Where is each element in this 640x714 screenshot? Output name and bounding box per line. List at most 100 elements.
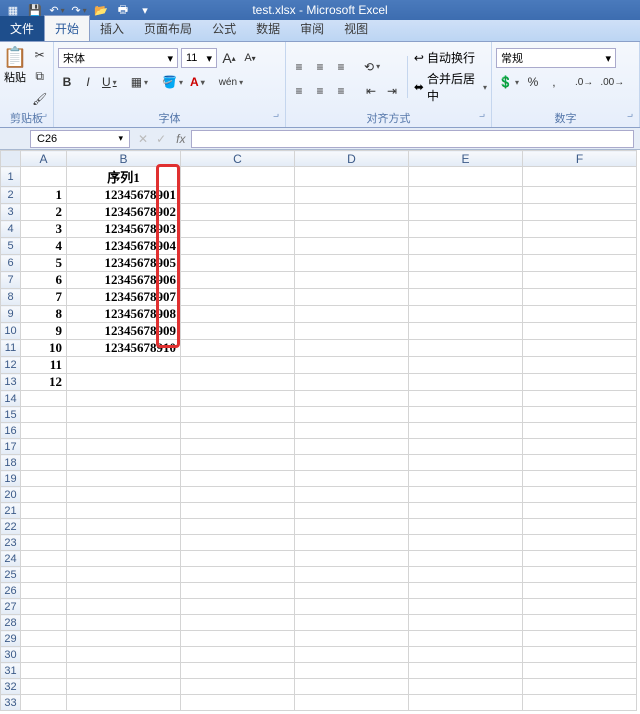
cell-A8[interactable]: 7	[21, 289, 67, 306]
cell-F13[interactable]	[523, 374, 637, 391]
cell-D14[interactable]	[295, 391, 409, 407]
tab-data[interactable]: 数据	[246, 16, 290, 41]
cell-F24[interactable]	[523, 551, 637, 567]
cell-E20[interactable]	[409, 487, 523, 503]
row-header-17[interactable]: 17	[1, 439, 21, 455]
comma-format-icon[interactable]: ,	[545, 72, 563, 92]
cell-F14[interactable]	[523, 391, 637, 407]
row-header-26[interactable]: 26	[1, 583, 21, 599]
cell-C18[interactable]	[181, 455, 295, 471]
cell-F1[interactable]	[523, 167, 637, 187]
cell-B27[interactable]	[67, 599, 181, 615]
cell-C25[interactable]	[181, 567, 295, 583]
cell-D1[interactable]	[295, 167, 409, 187]
cell-A17[interactable]	[21, 439, 67, 455]
cell-D5[interactable]	[295, 238, 409, 255]
cell-F10[interactable]	[523, 323, 637, 340]
row-header-11[interactable]: 11	[1, 340, 21, 357]
cell-C7[interactable]	[181, 272, 295, 289]
cell-A7[interactable]: 6	[21, 272, 67, 289]
borders-button[interactable]: ▦	[129, 72, 150, 92]
cell-B17[interactable]	[67, 439, 181, 455]
number-format-select[interactable]: 常规▾	[496, 48, 616, 68]
row-header-2[interactable]: 2	[1, 187, 21, 204]
worksheet[interactable]: ABCDEF1序列1211234567890132123456789024312…	[0, 150, 640, 711]
cell-E22[interactable]	[409, 519, 523, 535]
cell-C31[interactable]	[181, 663, 295, 679]
cell-C32[interactable]	[181, 679, 295, 695]
cell-F9[interactable]	[523, 306, 637, 323]
font-size-select[interactable]: 11▾	[181, 48, 217, 68]
cell-C12[interactable]	[181, 357, 295, 374]
row-header-30[interactable]: 30	[1, 647, 21, 663]
cell-B5[interactable]: 12345678904	[67, 238, 181, 255]
cell-A6[interactable]: 5	[21, 255, 67, 272]
cell-C26[interactable]	[181, 583, 295, 599]
cell-E26[interactable]	[409, 583, 523, 599]
tab-view[interactable]: 视图	[334, 16, 378, 41]
row-header-6[interactable]: 6	[1, 255, 21, 272]
cell-F3[interactable]	[523, 204, 637, 221]
tab-insert[interactable]: 插入	[90, 16, 134, 41]
cell-E28[interactable]	[409, 615, 523, 631]
cell-D8[interactable]	[295, 289, 409, 306]
cell-A18[interactable]	[21, 455, 67, 471]
cell-A11[interactable]: 10	[21, 340, 67, 357]
file-tab[interactable]: 文件	[0, 16, 44, 41]
col-header-D[interactable]: D	[295, 151, 409, 167]
cell-B12[interactable]	[67, 357, 181, 374]
col-header-A[interactable]: A	[21, 151, 67, 167]
align-left-icon[interactable]: ≡	[290, 81, 308, 101]
cell-D20[interactable]	[295, 487, 409, 503]
cell-E33[interactable]	[409, 695, 523, 711]
cell-D10[interactable]	[295, 323, 409, 340]
cell-D16[interactable]	[295, 423, 409, 439]
row-header-16[interactable]: 16	[1, 423, 21, 439]
row-header-23[interactable]: 23	[1, 535, 21, 551]
row-header-18[interactable]: 18	[1, 455, 21, 471]
font-color-button[interactable]: A	[188, 72, 207, 92]
cell-C24[interactable]	[181, 551, 295, 567]
cell-A23[interactable]	[21, 535, 67, 551]
cell-A2[interactable]: 1	[21, 187, 67, 204]
cell-F19[interactable]	[523, 471, 637, 487]
row-header-29[interactable]: 29	[1, 631, 21, 647]
cell-E5[interactable]	[409, 238, 523, 255]
cell-C15[interactable]	[181, 407, 295, 423]
cell-F4[interactable]	[523, 221, 637, 238]
row-header-27[interactable]: 27	[1, 599, 21, 615]
formula-bar[interactable]	[191, 130, 634, 148]
cell-C4[interactable]	[181, 221, 295, 238]
align-center-icon[interactable]: ≡	[311, 81, 329, 101]
row-header-24[interactable]: 24	[1, 551, 21, 567]
align-middle-icon[interactable]: ≡	[311, 57, 329, 77]
cell-F18[interactable]	[523, 455, 637, 471]
cell-C20[interactable]	[181, 487, 295, 503]
cell-A19[interactable]	[21, 471, 67, 487]
cell-E11[interactable]	[409, 340, 523, 357]
cell-B25[interactable]	[67, 567, 181, 583]
paste-button[interactable]: 📋 粘贴	[4, 47, 26, 107]
cell-E24[interactable]	[409, 551, 523, 567]
accounting-format-icon[interactable]: 💲	[496, 72, 521, 92]
cell-A15[interactable]	[21, 407, 67, 423]
cell-B18[interactable]	[67, 455, 181, 471]
cell-E13[interactable]	[409, 374, 523, 391]
cell-D33[interactable]	[295, 695, 409, 711]
cell-B3[interactable]: 12345678902	[67, 204, 181, 221]
cell-C27[interactable]	[181, 599, 295, 615]
align-top-icon[interactable]: ≡	[290, 57, 308, 77]
cell-B6[interactable]: 12345678905	[67, 255, 181, 272]
cell-F25[interactable]	[523, 567, 637, 583]
cell-B33[interactable]	[67, 695, 181, 711]
cell-E32[interactable]	[409, 679, 523, 695]
cell-B13[interactable]	[67, 374, 181, 391]
align-bottom-icon[interactable]: ≡	[332, 57, 350, 77]
cell-C23[interactable]	[181, 535, 295, 551]
cell-C33[interactable]	[181, 695, 295, 711]
cell-D25[interactable]	[295, 567, 409, 583]
tab-home[interactable]: 开始	[44, 15, 90, 41]
bold-button[interactable]: B	[58, 72, 76, 92]
cell-C11[interactable]	[181, 340, 295, 357]
cell-F32[interactable]	[523, 679, 637, 695]
